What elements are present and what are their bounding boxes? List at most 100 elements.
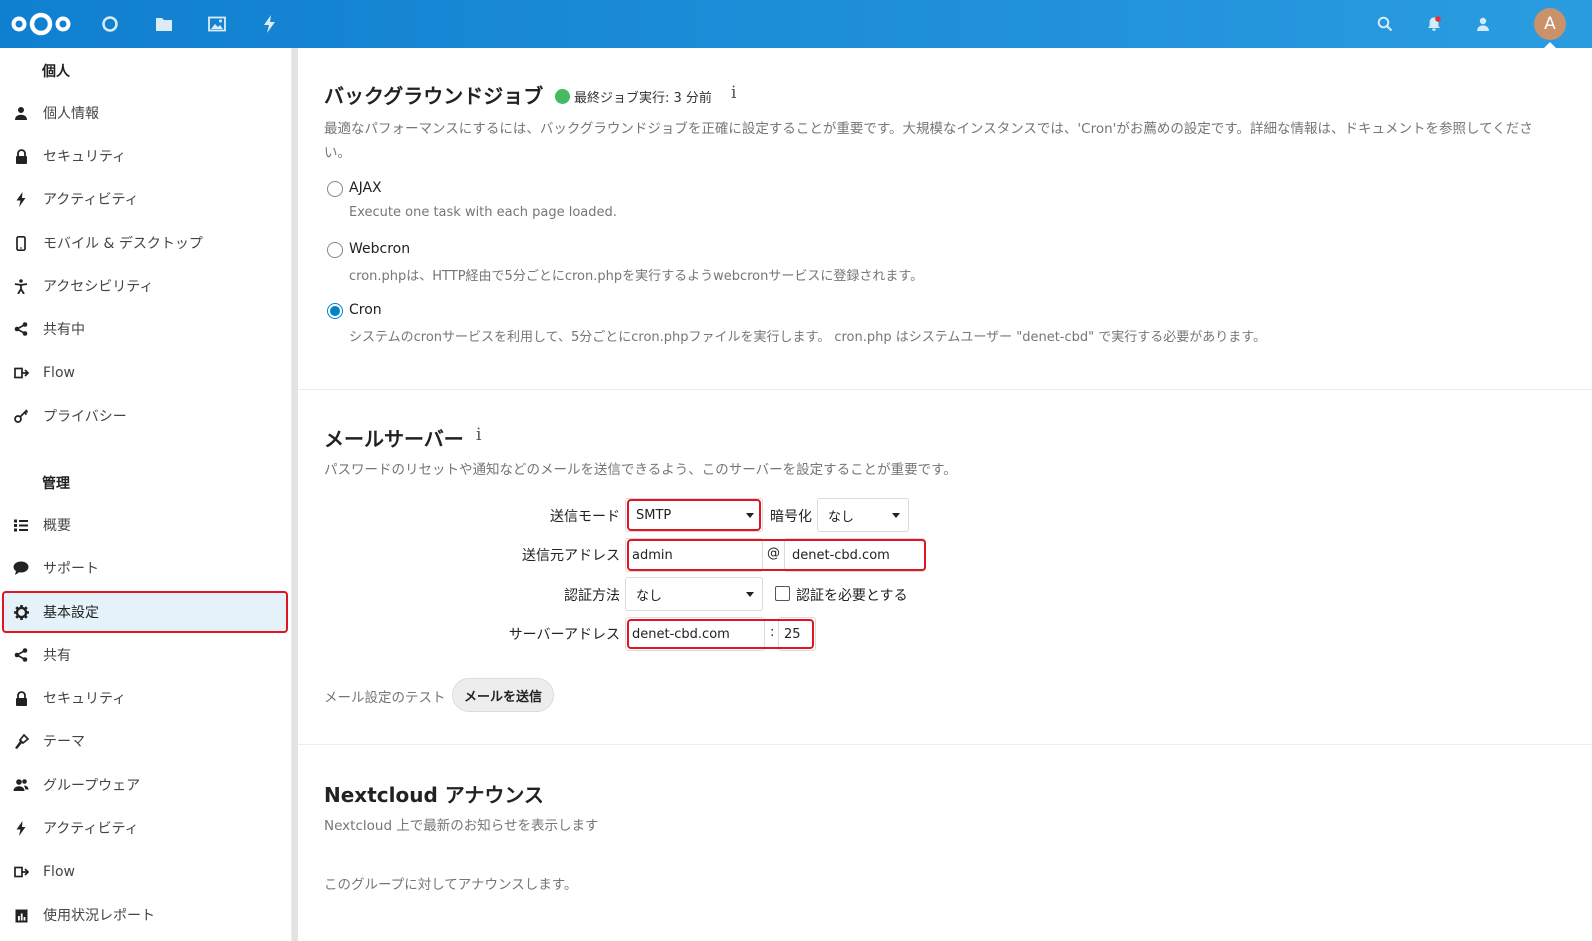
sidebar-item-admin-activity[interactable]: アクティビティ [4, 808, 288, 848]
announcements-title: Nextcloud アナウンス [324, 783, 544, 807]
share-icon [13, 647, 29, 663]
sidebar-item-admin-sharing[interactable]: 共有 [4, 635, 288, 675]
sidebar-item-label: アクティビティ [43, 192, 139, 208]
avatar-letter: A [1544, 14, 1556, 34]
highlight-server-address [627, 619, 814, 649]
highlight-basic-settings [2, 591, 288, 633]
webcron-radio[interactable] [327, 242, 343, 258]
user-avatar[interactable]: A [1534, 8, 1566, 40]
contacts-icon[interactable] [1471, 12, 1495, 36]
sidebar-item-label: グループウェア [43, 778, 141, 794]
list-icon [13, 517, 29, 533]
sidebar-item-sharing[interactable]: 共有中 [4, 309, 288, 349]
lock-icon [13, 690, 29, 706]
test-mail-label: メール設定のテスト [324, 690, 446, 706]
highlight-send-mode [627, 499, 761, 531]
cron-radio[interactable] [327, 303, 343, 319]
announcements-description: Nextcloud 上で最新のお知らせを表示します [324, 818, 599, 834]
encryption-value: なし [828, 509, 855, 525]
auth-method-value: なし [636, 588, 663, 604]
chat-icon [13, 560, 29, 576]
search-icon[interactable] [1373, 12, 1397, 36]
sidebar-item-support[interactable]: サポート [4, 548, 288, 588]
sidebar-item-personal-activity[interactable]: アクティビティ [4, 179, 288, 219]
highlight-from-address [627, 539, 926, 571]
mail-server-title: メールサーバー [324, 427, 464, 451]
sidebar-item-usage-report[interactable]: 使用状況レポート [4, 895, 288, 935]
send-mode-label: 送信モード [550, 509, 620, 525]
sidebar-item-label: セキュリティ [43, 691, 127, 707]
auth-required-label[interactable]: 認証を必要とする [796, 585, 908, 605]
activity-icon[interactable] [258, 12, 282, 36]
background-jobs-title: バックグラウンドジョブ [324, 84, 544, 108]
sidebar-item-label: Flow [43, 365, 75, 381]
encryption-select[interactable]: なし [817, 498, 909, 532]
info-icon[interactable]: i [476, 425, 481, 445]
sidebar-scrollbar[interactable] [292, 48, 298, 941]
top-header: A [0, 0, 1592, 48]
ajax-description: Execute one task with each page loaded. [349, 205, 617, 220]
sidebar-item-personal-flow[interactable]: Flow [4, 353, 288, 393]
groupware-icon [13, 777, 29, 793]
sidebar-item-label: プライバシー [43, 409, 127, 425]
photos-icon[interactable] [205, 12, 229, 36]
webcron-label[interactable]: Webcron [349, 241, 410, 257]
nextcloud-logo[interactable] [10, 10, 72, 38]
sidebar-item-label: アクセシビリティ [43, 279, 154, 295]
sidebar-item-label: モバイル & デスクトップ [43, 236, 203, 252]
announcements-group-text: このグループに対してアナウンスします。 [324, 877, 578, 893]
user-icon [13, 105, 29, 121]
sidebar-item-personal-security[interactable]: セキュリティ [4, 136, 288, 176]
key-icon [13, 408, 29, 424]
status-ok-icon [555, 89, 570, 104]
sidebar-item-label: 個人情報 [43, 106, 99, 122]
phone-icon [13, 235, 29, 251]
activity-icon [13, 191, 29, 207]
sidebar-item-label: Flow [43, 864, 75, 880]
chevron-down-icon [892, 513, 900, 518]
sidebar-item-label: 概要 [43, 518, 71, 534]
sidebar-caption-personal: 個人 [42, 64, 70, 80]
encryption-label: 暗号化 [770, 509, 812, 525]
ajax-radio[interactable] [327, 181, 343, 197]
sidebar-item-label: テーマ [43, 734, 85, 750]
sidebar-item-overview[interactable]: 概要 [4, 505, 288, 545]
sidebar-item-admin-flow[interactable]: Flow [4, 852, 288, 892]
dashboard-icon[interactable] [98, 12, 122, 36]
from-address-label: 送信元アドレス [522, 548, 620, 564]
background-jobs-description: 最適なパフォーマンスにするには、バックグラウンドジョブを正確に設定することが重要… [324, 121, 1533, 161]
sidebar-item-accessibility[interactable]: アクセシビリティ [4, 266, 288, 306]
webcron-description: cron.phpは、HTTP経由で5分ごとにcron.phpを実行するようweb… [349, 269, 924, 284]
sidebar-item-theming[interactable]: テーマ [4, 721, 288, 761]
theming-icon [13, 733, 29, 749]
activity-icon [13, 820, 29, 836]
info-icon[interactable]: i [731, 83, 736, 103]
flow-icon [13, 864, 29, 880]
files-icon[interactable] [152, 12, 176, 36]
mail-server-description: パスワードのリセットや通知などのメールを送信できるよう、このサーバーを設定するこ… [324, 462, 957, 478]
server-address-label: サーバーアドレス [508, 627, 620, 643]
last-job-status: 最終ジョブ実行: 3 分前 [574, 91, 712, 106]
sidebar-item-privacy[interactable]: プライバシー [4, 396, 288, 436]
sidebar-item-label: 使用状況レポート [43, 908, 155, 924]
auth-method-label: 認証方法 [564, 588, 620, 604]
share-icon [13, 321, 29, 337]
send-mail-button[interactable]: メールを送信 [452, 678, 554, 712]
menu-caret-icon [1544, 42, 1556, 48]
sidebar-item-mobile-desktop[interactable]: モバイル & デスクトップ [4, 223, 288, 263]
notifications-icon[interactable] [1422, 12, 1446, 36]
sidebar-item-label: 共有中 [43, 322, 85, 338]
cron-description: システムのcronサービスを利用して、5分ごとにcron.phpファイルを実行し… [349, 330, 1266, 345]
sidebar-item-groupware[interactable]: グループウェア [4, 765, 288, 805]
sidebar-item-admin-security[interactable]: セキュリティ [4, 678, 288, 718]
auth-required-checkbox[interactable] [775, 586, 790, 601]
cron-label[interactable]: Cron [349, 302, 382, 318]
ajax-label[interactable]: AJAX [349, 180, 382, 196]
auth-method-select[interactable]: なし [625, 577, 763, 611]
sidebar-caption-admin: 管理 [42, 476, 70, 492]
section-divider [298, 389, 1592, 390]
sidebar-item-personal-info[interactable]: 個人情報 [4, 93, 288, 133]
flow-icon [13, 365, 29, 381]
sidebar-item-label: セキュリティ [43, 149, 127, 165]
sidebar-item-label: 共有 [43, 648, 71, 664]
